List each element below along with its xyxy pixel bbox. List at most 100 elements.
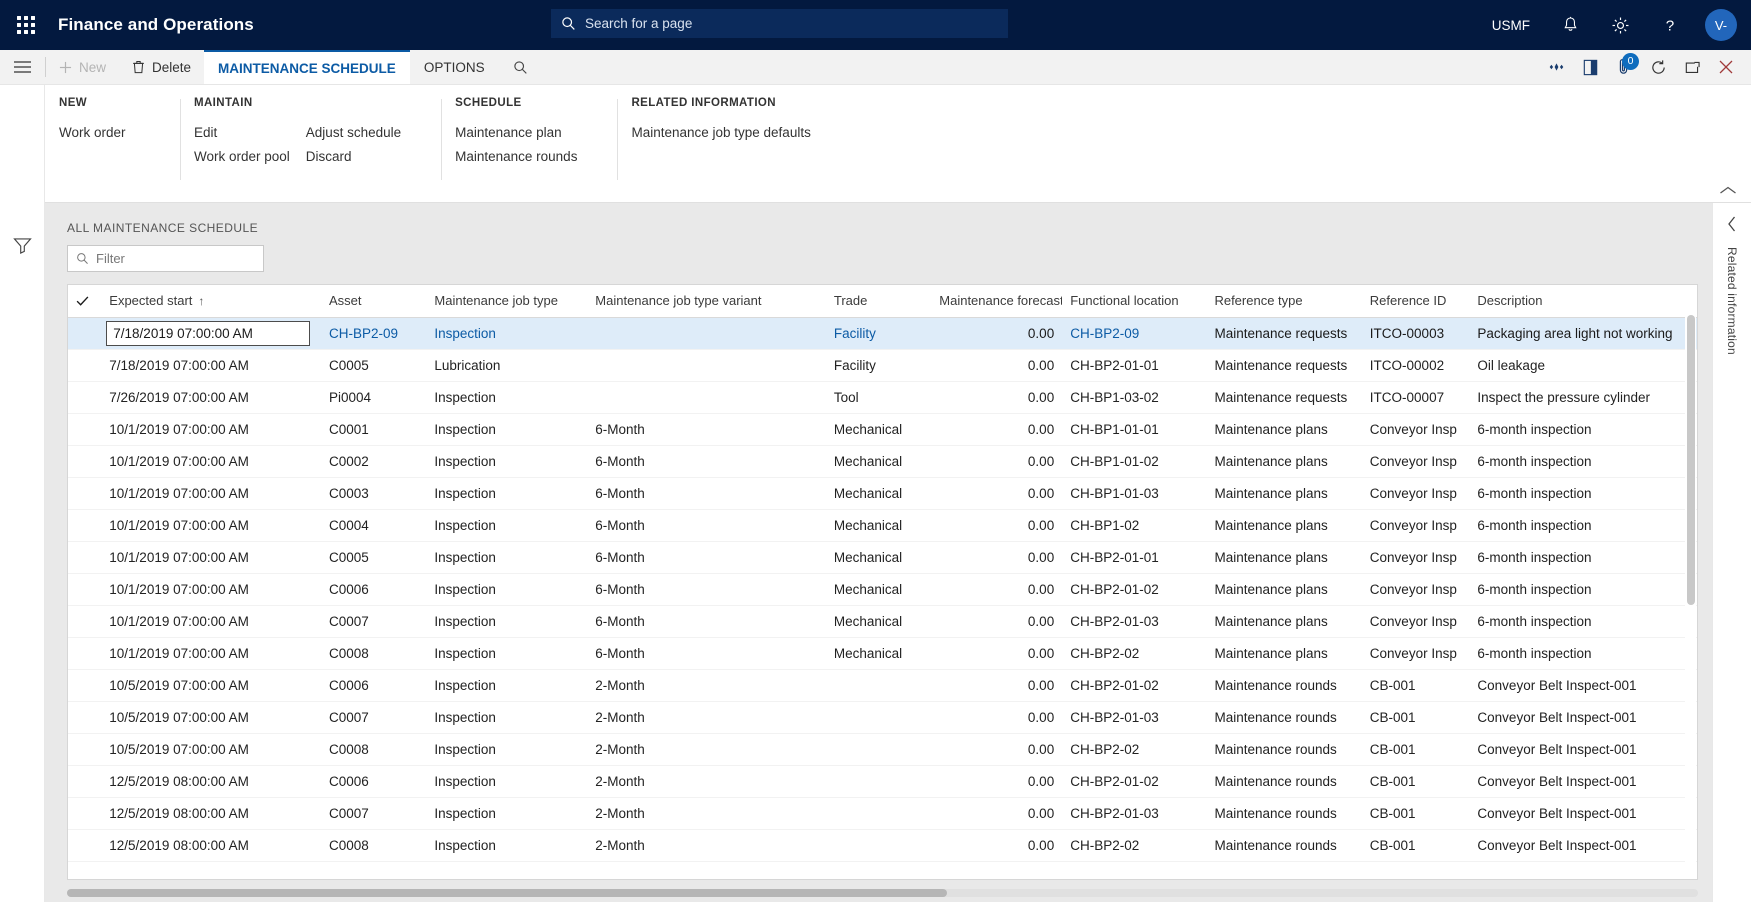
cell-maintenance-job-type-variant[interactable]: 6-Month [587,446,826,478]
cell-maintenance-forecast[interactable]: 0.00 [931,318,1062,350]
cell-maintenance-forecast[interactable]: 0.00 [931,446,1062,478]
cell-expected-start[interactable]: 10/1/2019 07:00:00 AM [101,606,321,638]
table-row[interactable]: 12/5/2019 08:00:00 AM C0008 Inspection 2-Mo… [68,830,1697,862]
refresh-button[interactable] [1641,50,1675,85]
cell-description[interactable]: Oil leakage [1469,350,1697,382]
cell-expected-start[interactable]: 12/5/2019 08:00:00 AM [101,830,321,862]
cell-asset[interactable]: C0006 [321,766,426,798]
cell-description[interactable]: Conveyor Belt Inspect-001 [1469,830,1697,862]
cell-reference-type[interactable]: Maintenance plans [1206,574,1361,606]
table-row[interactable]: 10/1/2019 07:00:00 AM C0003 Inspection 6-Mo… [68,478,1697,510]
cell-description[interactable]: 6-month inspection [1469,510,1697,542]
column-header-expected-start[interactable]: Expected start ↑ [101,285,321,318]
cell-asset[interactable]: C0008 [321,830,426,862]
cell-trade[interactable]: Mechanical [826,414,931,446]
cell-maintenance-forecast[interactable]: 0.00 [931,606,1062,638]
cell-functional-location[interactable]: CH-BP2-01-03 [1062,606,1206,638]
cell-maintenance-job-type[interactable]: Inspection [426,542,587,574]
cell-trade[interactable]: Facility [826,350,931,382]
table-row[interactable]: 10/1/2019 07:00:00 AM C0002 Inspection 6-Mo… [68,446,1697,478]
cell-trade[interactable]: Mechanical [826,606,931,638]
related-information-label[interactable]: Related information [1725,247,1739,355]
cell-maintenance-job-type[interactable]: Inspection [426,766,587,798]
cell-maintenance-job-type-variant[interactable]: 2-Month [587,670,826,702]
cell-reference-id[interactable]: ITCO-00003 [1362,318,1470,350]
cell-expected-start[interactable]: 10/1/2019 07:00:00 AM [101,574,321,606]
cell-maintenance-job-type[interactable]: Inspection [426,414,587,446]
cell-asset[interactable]: C0005 [321,350,426,382]
row-select-checkbox[interactable] [68,414,101,446]
attachments-button[interactable]: 0 [1607,50,1641,85]
cell-expected-start[interactable]: 12/5/2019 08:00:00 AM [101,798,321,830]
table-row[interactable]: 7/26/2019 07:00:00 AM Pi0004 Inspection Too… [68,382,1697,414]
column-header-maintenance-job-type[interactable]: Maintenance job type [426,285,588,318]
cell-maintenance-job-type[interactable]: Inspection [426,830,587,862]
cell-maintenance-job-type-variant[interactable]: 6-Month [587,478,826,510]
select-all-header[interactable] [68,285,102,318]
cell-maintenance-job-type-variant[interactable]: 2-Month [587,702,826,734]
column-header-trade[interactable]: Trade [825,285,932,318]
cell-functional-location[interactable]: CH-BP2-01-01 [1062,542,1206,574]
row-select-checkbox[interactable] [68,670,101,702]
row-select-checkbox[interactable] [68,638,101,670]
row-select-checkbox[interactable] [68,798,101,830]
global-search-input[interactable]: Search for a page [551,9,1008,38]
table-row[interactable]: 10/1/2019 07:00:00 AM C0004 Inspection 6-Mo… [68,510,1697,542]
ribbon-item-edit[interactable]: Edit [194,121,306,145]
cell-description[interactable]: Conveyor Belt Inspect-001 [1469,702,1697,734]
table-row[interactable]: 10/5/2019 07:00:00 AM C0007 Inspection 2-Mo… [68,702,1697,734]
cell-maintenance-job-type-variant[interactable]: 6-Month [587,606,826,638]
cell-trade[interactable]: Mechanical [826,542,931,574]
popout-button[interactable] [1675,50,1709,85]
table-row[interactable]: 10/1/2019 07:00:00 AM C0001 Inspection 6-Mo… [68,414,1697,446]
cell-functional-location[interactable]: CH-BP1-02 [1062,510,1206,542]
row-select-checkbox[interactable] [68,382,101,414]
row-select-checkbox[interactable] [68,830,101,862]
column-header-description[interactable]: Description [1469,285,1697,318]
help-button[interactable]: ? [1646,0,1695,50]
cell-functional-location[interactable]: CH-BP1-01-03 [1062,478,1206,510]
cell-maintenance-job-type[interactable]: Inspection [426,318,587,350]
cell-asset[interactable]: C0007 [321,606,426,638]
cell-asset[interactable]: C0003 [321,478,426,510]
cell-trade[interactable]: Facility [826,318,931,350]
cell-functional-location[interactable]: CH-BP2-01-03 [1062,798,1206,830]
cell-reference-type[interactable]: Maintenance plans [1206,606,1361,638]
action-pane-search-button[interactable] [499,50,542,84]
cell-functional-location[interactable]: CH-BP2-01-02 [1062,670,1206,702]
new-button[interactable]: New [46,50,119,84]
cell-reference-type[interactable]: Maintenance requests [1206,350,1361,382]
ribbon-item-discard[interactable]: Discard [306,145,417,169]
cell-reference-id[interactable]: Conveyor Insp [1362,606,1470,638]
cell-maintenance-forecast[interactable]: 0.00 [931,478,1062,510]
notifications-button[interactable] [1546,0,1595,50]
cell-reference-type[interactable]: Maintenance rounds [1206,734,1361,766]
column-header-maintenance-job-type-variant[interactable]: Maintenance job type variant [587,285,826,318]
cell-asset[interactable]: C0006 [321,670,426,702]
cell-maintenance-job-type[interactable]: Lubrication [426,350,587,382]
cell-functional-location[interactable]: CH-BP2-01-03 [1062,702,1206,734]
grid-horizontal-scrollbar[interactable] [67,886,1698,898]
cell-reference-type[interactable]: Maintenance requests [1206,318,1361,350]
cell-description[interactable]: 6-month inspection [1469,574,1697,606]
cell-description[interactable]: Conveyor Belt Inspect-001 [1469,798,1697,830]
filter-pane-button[interactable] [13,237,32,254]
cell-description[interactable]: Inspect the pressure cylinder [1469,382,1697,414]
cell-maintenance-job-type-link[interactable]: Inspection [434,326,496,341]
cell-maintenance-forecast[interactable]: 0.00 [931,734,1062,766]
ribbon-item-maintenance-job-type-defaults[interactable]: Maintenance job type defaults [631,121,831,145]
cell-maintenance-forecast[interactable]: 0.00 [931,830,1062,862]
cell-functional-location[interactable]: CH-BP1-01-01 [1062,414,1206,446]
office-button[interactable] [1573,50,1607,85]
cell-maintenance-forecast[interactable]: 0.00 [931,510,1062,542]
cell-expected-start[interactable]: 7/18/2019 07:00:00 AM [101,350,321,382]
cell-reference-type[interactable]: Maintenance plans [1206,510,1361,542]
cell-asset[interactable]: C0008 [321,734,426,766]
cell-asset[interactable]: CH-BP2-09 [321,318,426,350]
row-select-checkbox[interactable] [68,318,101,350]
cell-asset[interactable]: C0001 [321,414,426,446]
delete-button[interactable]: Delete [119,50,204,84]
cell-maintenance-job-type[interactable]: Inspection [426,606,587,638]
cell-functional-location[interactable]: CH-BP2-01-02 [1062,766,1206,798]
cell-description[interactable]: 6-month inspection [1469,446,1697,478]
